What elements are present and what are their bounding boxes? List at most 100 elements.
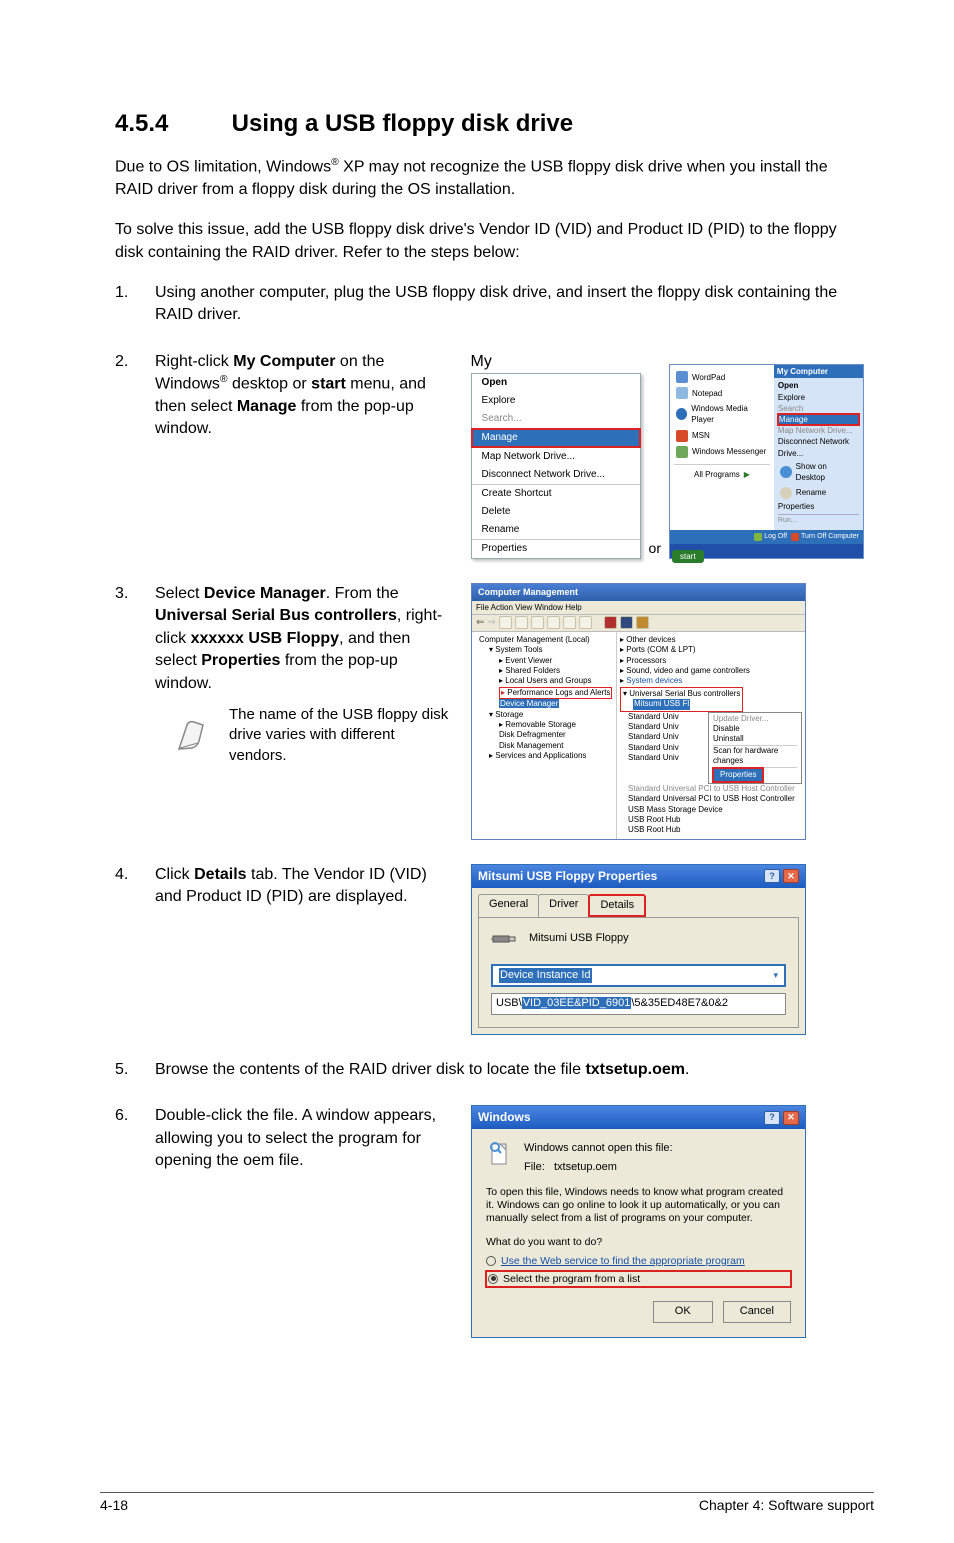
step-2: Right-click My Computer on the Windows® … [115,351,864,559]
step-5: Browse the contents of the RAID driver d… [115,1059,864,1081]
radio-icon [486,1256,496,1266]
chapter-label: Chapter 4: Software support [699,1497,874,1513]
section-title-text: Using a USB floppy disk drive [232,110,573,137]
step-4-text: Click Details tab. The Vendor ID (VID) a… [155,864,455,909]
tb-icon[interactable] [547,616,560,629]
intro-paragraph-1: Due to OS limitation, Windows® XP may no… [115,156,864,201]
win-titlebar: Windows ? ✕ [472,1106,805,1129]
device-instance-value: USB\VID_03EE&PID_6901\5&35ED48E7&0&2 [491,993,786,1014]
sm-search[interactable]: Search [778,403,859,414]
step-5-text: Browse the contents of the RAID driver d… [155,1061,689,1078]
device-manager-node[interactable]: Device Manager [499,699,559,708]
cm-titlebar: Computer Management [472,584,805,601]
computer-management-window[interactable]: Computer Management File Action View Win… [471,583,806,840]
ctx-search[interactable]: Search... [472,410,640,429]
ctx-uninstall[interactable]: Uninstall [713,734,797,744]
sm-wordpad[interactable]: WordPad [674,369,770,385]
tab-driver[interactable]: Driver [538,894,589,917]
tb-icon[interactable] [636,616,649,629]
sm-explore[interactable]: Explore [778,392,859,403]
close-button-icon[interactable]: ✕ [783,869,799,883]
tb-icon[interactable] [531,616,544,629]
sm-all-programs[interactable]: All Programs ▶ [692,467,752,482]
note-icon [173,715,213,755]
tb-icon[interactable] [620,616,633,629]
note-text: The name of the USB floppy disk drive va… [229,705,455,766]
context-menu[interactable]: Open Explore Search... Manage Map Networ… [471,373,641,559]
prop-device-name: Mitsumi USB Floppy [529,931,629,946]
start-menu[interactable]: WordPad Notepad Windows Media Player MSN… [669,364,864,559]
section-heading: 4.5.4 Using a USB floppy disk drive [115,110,864,138]
step-3: Select Device Manager. From the Universa… [115,583,864,840]
help-button-icon[interactable]: ? [764,869,780,883]
step-6: Double-click the file. A window appears,… [115,1105,864,1337]
sm-mycomputer[interactable]: My Computer [774,365,863,378]
step-3-text: Select Device Manager. From the Universa… [155,583,455,695]
mitsumi-usb-node[interactable]: Mitsumi USB Fl [633,699,690,709]
ctx-properties[interactable]: Properties [472,539,640,558]
cancel-button[interactable]: Cancel [723,1301,791,1322]
radio-web-service[interactable]: Use the Web service to find the appropri… [486,1254,791,1269]
device-instance-select[interactable]: Device Instance Id ▾ [491,964,786,987]
cm-toolbar[interactable]: ⇐ ⇒ [472,615,805,632]
sm-messenger[interactable]: Windows Messenger [674,444,770,460]
tb-icon[interactable] [563,616,576,629]
sm-manage[interactable]: Manage [778,414,859,425]
ctx-properties[interactable]: Properties [713,768,763,782]
windows-open-with-dialog[interactable]: Windows ? ✕ [471,1105,806,1337]
usb-device-icon [491,930,519,948]
ctx-delete[interactable]: Delete [472,503,640,521]
open-with-desc: To open this file, Windows needs to know… [486,1186,791,1225]
ok-button[interactable]: OK [653,1301,713,1322]
ctx-create-shortcut[interactable]: Create Shortcut [472,484,640,503]
sm-wmp[interactable]: Windows Media Player [674,401,770,427]
tb-icon[interactable] [604,616,617,629]
radio-icon [488,1274,498,1284]
sm-notepad[interactable]: Notepad [674,385,770,401]
usb-controllers-group[interactable]: ▾ Universal Serial Bus controllers Mitsu… [620,687,743,712]
sm-turnoff[interactable]: Turn Off Computer [791,532,859,542]
ctx-disable[interactable]: Disable [713,724,797,734]
sm-msn[interactable]: MSN [674,428,770,444]
cm-menubar[interactable]: File Action View Window Help [472,601,805,615]
ctx-manage[interactable]: Manage [472,429,640,447]
or-label: or [647,539,663,559]
step-4: Click Details tab. The Vendor ID (VID) a… [115,864,864,1035]
properties-dialog[interactable]: Mitsumi USB Floppy Properties ? ✕ Genera… [471,864,806,1035]
ctx-scan[interactable]: Scan for hardware changes [713,745,797,768]
ctx-rename[interactable]: Rename [472,521,640,539]
cm-tree[interactable]: Computer Management (Local) ▾ System Too… [472,632,617,839]
tb-icon[interactable] [579,616,592,629]
section-number: 4.5.4 [115,110,225,138]
close-button-icon[interactable]: ✕ [783,1111,799,1125]
tab-details[interactable]: Details [588,894,646,917]
step-1-text: Using another computer, plug the USB flo… [155,284,837,323]
file-label: File: [524,1161,545,1173]
ctx-disconnect[interactable]: Disconnect Network Drive... [472,466,640,484]
sm-open[interactable]: Open [778,380,859,391]
ctx-explore[interactable]: Explore [472,392,640,410]
ctx-open[interactable]: Open [472,374,640,392]
sm-logoff[interactable]: Log Off [754,532,787,542]
sm-disconnect[interactable]: Disconnect Network Drive... [778,436,859,458]
prop-titlebar: Mitsumi USB Floppy Properties ? ✕ [472,865,805,888]
chevron-down-icon: ▾ [773,969,778,982]
what-do-label: What do you want to do? [486,1235,791,1250]
cm-right-pane[interactable]: ▸ Other devices ▸ Ports (COM & LPT) ▸ Pr… [617,632,805,839]
tab-general[interactable]: General [478,894,539,917]
page-footer: 4-18 Chapter 4: Software support [100,1492,874,1513]
step-1: Using another computer, plug the USB flo… [115,282,864,327]
help-button-icon[interactable]: ? [764,1111,780,1125]
sm-map[interactable]: Map Network Drive... [778,425,859,436]
sm-show-desktop[interactable]: Show on Desktop [778,459,859,485]
radio-select-from-list[interactable]: Select the program from a list [486,1271,791,1288]
tb-icon[interactable] [499,616,512,629]
ctx-map[interactable]: Map Network Drive... [472,447,640,466]
start-button[interactable]: start [672,550,704,563]
page-number: 4-18 [100,1497,128,1513]
tb-icon[interactable] [515,616,528,629]
sm-props[interactable]: Properties [778,501,859,512]
my-computer-icon: My [471,351,641,373]
sm-rename[interactable]: Rename [778,485,859,501]
step-2-screenshots: My Open Explore Search... Manage Map Net… [471,351,864,559]
